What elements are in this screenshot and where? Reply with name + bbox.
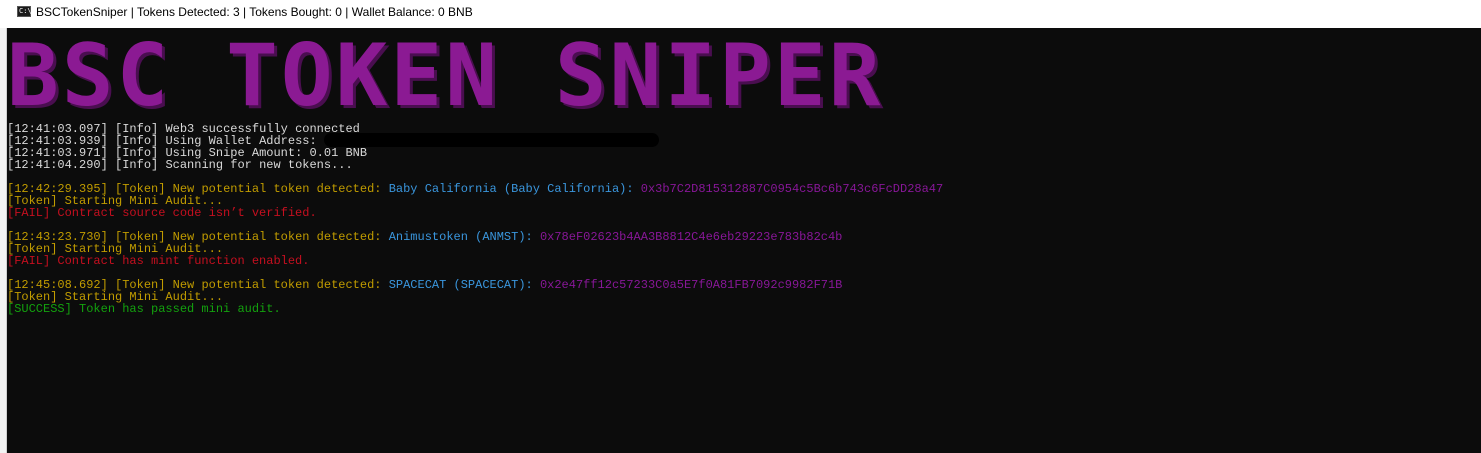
token-address: 0x78eF02623b4AA3B8812C4e6eb29223e783b82c… — [539, 230, 843, 244]
redacted-wallet-address — [323, 133, 659, 147]
window-title: BSCTokenSniper | Tokens Detected: 3 | To… — [36, 5, 473, 19]
log-line-token-detected: [12:42:29.395] [Token] New potential tok… — [7, 183, 1477, 195]
title-bar[interactable]: C:\ BSCTokenSniper | Tokens Detected: 3 … — [0, 0, 1481, 28]
log-line-token-detected: [12:43:23.730] [Token] New potential tok… — [7, 231, 1477, 243]
log-line-audit-success: [SUCCESS] Token has passed mini audit. — [7, 302, 281, 316]
token-name: SPACECAT (SPACECAT): — [388, 278, 533, 292]
token-name: Animustoken (ANMST): — [388, 230, 533, 244]
token-address: 0x3b7C2D815312887C0954c5Bc6b743c6FcDD28a… — [640, 182, 944, 196]
token-name: Baby California (Baby California): — [388, 182, 634, 196]
log-line-info: [12:41:04.290] [Info] Scanning for new t… — [7, 159, 1477, 171]
log-timestamp: [12:41:04.290] — [7, 158, 108, 172]
token-address: 0x2e47ff12c57233C0a5E7f0A81FB7092c9982F7… — [539, 278, 843, 292]
ascii-banner: BSC TOKEN SNIPER — [7, 28, 884, 126]
console-output[interactable]: BSC TOKEN SNIPER [12:41:03.097] [Info] W… — [7, 28, 1481, 453]
log-tag: [Info] — [115, 158, 159, 172]
log-line-audit-fail: [FAIL] Contract source code isn’t verifi… — [7, 206, 317, 220]
log-output: [12:41:03.097] [Info] Web3 successfully … — [7, 123, 1477, 315]
background-window-edge — [0, 28, 7, 453]
log-message: Scanning for new tokens... — [165, 158, 353, 172]
console-icon-glyph: C:\ — [19, 7, 32, 15]
console-icon[interactable]: C:\ — [17, 6, 32, 17]
log-line-audit-fail: [FAIL] Contract has mint function enable… — [7, 254, 310, 268]
log-line-token-detected: [12:45:08.692] [Token] New potential tok… — [7, 279, 1477, 291]
console-window: C:\ BSCTokenSniper | Tokens Detected: 3 … — [0, 0, 1481, 453]
